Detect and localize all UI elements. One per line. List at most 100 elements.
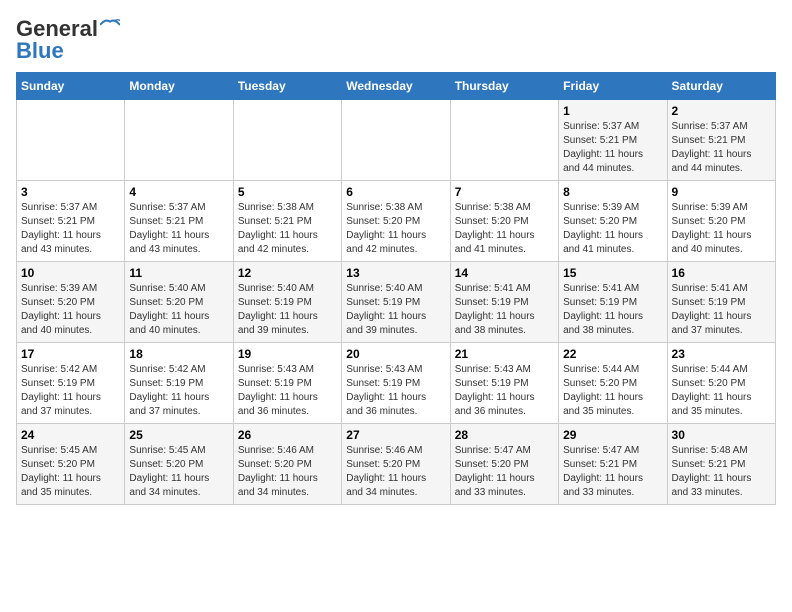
calendar-cell [450,100,558,181]
calendar-week-4: 17Sunrise: 5:42 AM Sunset: 5:19 PM Dayli… [17,343,776,424]
day-number: 17 [21,347,120,361]
day-info: Sunrise: 5:46 AM Sunset: 5:20 PM Dayligh… [238,444,337,500]
day-info: Sunrise: 5:44 AM Sunset: 5:20 PM Dayligh… [563,363,662,419]
calendar-week-3: 10 Sunrise: 5:39 AM Sunset: 5:20 PM Dayli… [17,262,776,343]
day-info: Sunrise: 5:37 AM Sunset: 5:21 PM Dayligh… [129,201,228,257]
calendar-cell: 29 Sunrise: 5:47 AM Sunset: 5:21 PM Dayli… [559,424,667,505]
day-number: 14 [455,266,554,280]
calendar-cell: 23 Sunrise: 5:44 AM Sunset: 5:20 PM Dayli… [667,343,775,424]
day-info: Sunrise: 5:39 AM Sunset: 5:20 PM Dayligh… [672,201,771,257]
day-number: 16 [672,266,771,280]
logo-bird-icon [100,18,120,32]
page-header: General Blue [16,16,776,64]
calendar-cell: 13 Sunrise: 5:40 AM Sunset: 5:19 PM Dayli… [342,262,450,343]
day-info: Sunrise: 5:43 AM Sunset: 5:19 PM Dayligh… [238,363,337,419]
calendar-cell: 5 Sunrise: 5:38 AM Sunset: 5:21 PM Daylig… [233,181,341,262]
day-number: 5 [238,185,337,199]
day-info: Sunrise: 5:44 AM Sunset: 5:20 PM Dayligh… [672,363,771,419]
calendar-cell: 27 Sunrise: 5:46 AM Sunset: 5:20 PM Dayli… [342,424,450,505]
day-info: Sunrise: 5:46 AM Sunset: 5:20 PM Dayligh… [346,444,445,500]
day-number: 24 [21,428,120,442]
logo-blue: Blue [16,38,64,64]
day-info: Sunrise: 5:38 AM Sunset: 5:20 PM Dayligh… [455,201,554,257]
day-number: 29 [563,428,662,442]
column-header-thursday: Thursday [450,73,558,100]
calendar-cell [125,100,233,181]
day-info: Sunrise: 5:41 AM Sunset: 5:19 PM Dayligh… [563,282,662,338]
day-info: Sunrise: 5:37 AM Sunset: 5:21 PM Dayligh… [563,120,662,176]
calendar-cell: 22 Sunrise: 5:44 AM Sunset: 5:20 PM Dayli… [559,343,667,424]
day-number: 15 [563,266,662,280]
day-number: 1 [563,104,662,118]
calendar-cell: 15 Sunrise: 5:41 AM Sunset: 5:19 PM Dayli… [559,262,667,343]
calendar-header-row: SundayMondayTuesdayWednesdayThursdayFrid… [17,73,776,100]
day-info: Sunrise: 5:38 AM Sunset: 5:21 PM Dayligh… [238,201,337,257]
day-number: 13 [346,266,445,280]
calendar-cell [233,100,341,181]
calendar-cell: 9 Sunrise: 5:39 AM Sunset: 5:20 PM Daylig… [667,181,775,262]
day-info: Sunrise: 5:37 AM Sunset: 5:21 PM Dayligh… [21,201,120,257]
calendar-cell [17,100,125,181]
calendar-cell: 7 Sunrise: 5:38 AM Sunset: 5:20 PM Daylig… [450,181,558,262]
day-number: 25 [129,428,228,442]
day-info: Sunrise: 5:45 AM Sunset: 5:20 PM Dayligh… [21,444,120,500]
calendar-cell: 17Sunrise: 5:42 AM Sunset: 5:19 PM Dayli… [17,343,125,424]
day-number: 6 [346,185,445,199]
day-number: 18 [129,347,228,361]
calendar-cell: 28Sunrise: 5:47 AM Sunset: 5:20 PM Dayli… [450,424,558,505]
day-number: 12 [238,266,337,280]
day-number: 19 [238,347,337,361]
calendar-cell: 19 Sunrise: 5:43 AM Sunset: 5:19 PM Dayli… [233,343,341,424]
calendar-cell [342,100,450,181]
day-info: Sunrise: 5:41 AM Sunset: 5:19 PM Dayligh… [672,282,771,338]
calendar-cell: 21 Sunrise: 5:43 AM Sunset: 5:19 PM Dayli… [450,343,558,424]
calendar-table: SundayMondayTuesdayWednesdayThursdayFrid… [16,72,776,505]
day-number: 27 [346,428,445,442]
calendar-cell: 1 Sunrise: 5:37 AM Sunset: 5:21 PM Daylig… [559,100,667,181]
day-number: 11 [129,266,228,280]
day-number: 26 [238,428,337,442]
column-header-wednesday: Wednesday [342,73,450,100]
day-number: 9 [672,185,771,199]
calendar-cell: 12 Sunrise: 5:40 AM Sunset: 5:19 PM Dayli… [233,262,341,343]
day-info: Sunrise: 5:43 AM Sunset: 5:19 PM Dayligh… [455,363,554,419]
day-info: Sunrise: 5:40 AM Sunset: 5:20 PM Dayligh… [129,282,228,338]
calendar-cell: 2Sunrise: 5:37 AM Sunset: 5:21 PM Daylig… [667,100,775,181]
day-number: 3 [21,185,120,199]
day-number: 23 [672,347,771,361]
column-header-sunday: Sunday [17,73,125,100]
column-header-monday: Monday [125,73,233,100]
calendar-cell: 25Sunrise: 5:45 AM Sunset: 5:20 PM Dayli… [125,424,233,505]
day-info: Sunrise: 5:40 AM Sunset: 5:19 PM Dayligh… [238,282,337,338]
day-number: 21 [455,347,554,361]
column-header-tuesday: Tuesday [233,73,341,100]
day-info: Sunrise: 5:41 AM Sunset: 5:19 PM Dayligh… [455,282,554,338]
calendar-cell: 14 Sunrise: 5:41 AM Sunset: 5:19 PM Dayli… [450,262,558,343]
calendar-cell: 30Sunrise: 5:48 AM Sunset: 5:21 PM Dayli… [667,424,775,505]
calendar-cell: 6 Sunrise: 5:38 AM Sunset: 5:20 PM Daylig… [342,181,450,262]
column-header-saturday: Saturday [667,73,775,100]
day-info: Sunrise: 5:43 AM Sunset: 5:19 PM Dayligh… [346,363,445,419]
calendar-cell: 3 Sunrise: 5:37 AM Sunset: 5:21 PM Daylig… [17,181,125,262]
day-info: Sunrise: 5:37 AM Sunset: 5:21 PM Dayligh… [672,120,771,176]
calendar-week-5: 24 Sunrise: 5:45 AM Sunset: 5:20 PM Dayli… [17,424,776,505]
day-info: Sunrise: 5:38 AM Sunset: 5:20 PM Dayligh… [346,201,445,257]
day-number: 20 [346,347,445,361]
calendar-cell: 26 Sunrise: 5:46 AM Sunset: 5:20 PM Dayli… [233,424,341,505]
day-info: Sunrise: 5:39 AM Sunset: 5:20 PM Dayligh… [563,201,662,257]
day-info: Sunrise: 5:39 AM Sunset: 5:20 PM Dayligh… [21,282,120,338]
day-info: Sunrise: 5:47 AM Sunset: 5:21 PM Dayligh… [563,444,662,500]
day-number: 30 [672,428,771,442]
column-header-friday: Friday [559,73,667,100]
day-number: 4 [129,185,228,199]
calendar-cell: 24 Sunrise: 5:45 AM Sunset: 5:20 PM Dayli… [17,424,125,505]
calendar-cell: 16 Sunrise: 5:41 AM Sunset: 5:19 PM Dayli… [667,262,775,343]
day-number: 28 [455,428,554,442]
calendar-week-1: 1 Sunrise: 5:37 AM Sunset: 5:21 PM Daylig… [17,100,776,181]
day-number: 8 [563,185,662,199]
day-number: 7 [455,185,554,199]
logo: General Blue [16,16,120,64]
day-info: Sunrise: 5:40 AM Sunset: 5:19 PM Dayligh… [346,282,445,338]
day-number: 22 [563,347,662,361]
day-number: 10 [21,266,120,280]
